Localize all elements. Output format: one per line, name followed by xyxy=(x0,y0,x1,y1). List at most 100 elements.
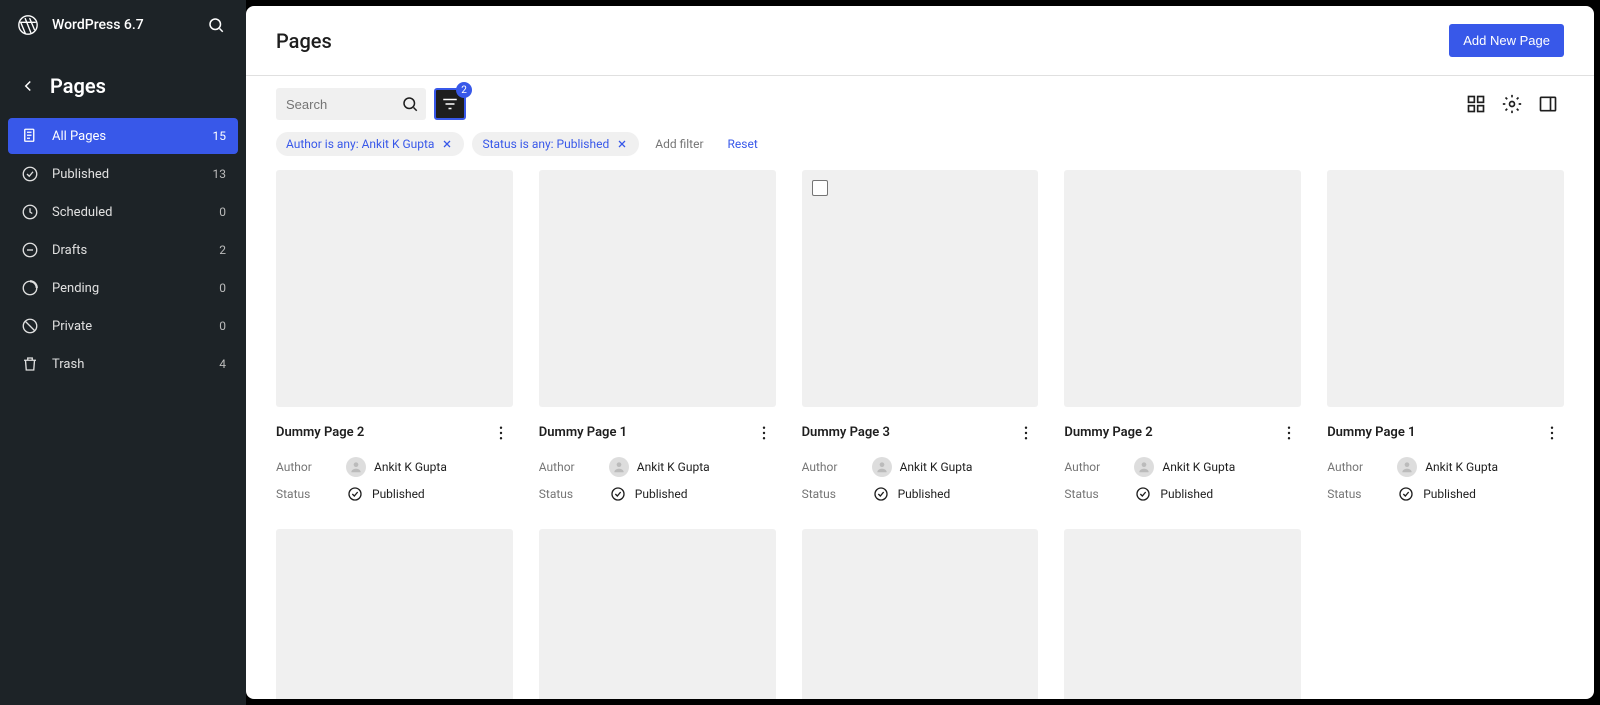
add-new-page-button[interactable]: Add New Page xyxy=(1449,24,1564,57)
page-preview[interactable] xyxy=(539,170,776,407)
meta-author[interactable]: Ankit K Gupta xyxy=(872,457,1039,477)
meta-label-status: Status xyxy=(1327,487,1397,501)
sidebar-item-published[interactable]: Published13 xyxy=(8,156,238,192)
sidebar-item-trash[interactable]: Trash4 xyxy=(8,346,238,382)
main-panel: Pages Add New Page 2 Author is any: Anki… xyxy=(246,6,1594,699)
page-preview[interactable] xyxy=(802,529,1039,699)
card-actions-button[interactable] xyxy=(1277,421,1301,445)
sidebar-item-count: 0 xyxy=(219,281,226,295)
author-name: Ankit K Gupta xyxy=(374,460,447,474)
page-title-link[interactable]: Dummy Page 3 xyxy=(802,425,1015,440)
sidebar-item-count: 2 xyxy=(219,243,226,257)
status-text: Published xyxy=(635,487,688,501)
close-icon[interactable] xyxy=(440,137,454,151)
page-card: Dummy Page 1AuthorAnkit K GuptaStatusPub… xyxy=(1327,170,1564,503)
sidebar-nav: All Pages15Published13Scheduled0Drafts2P… xyxy=(0,114,246,386)
app-name[interactable]: WordPress 6.7 xyxy=(52,17,202,33)
avatar-icon xyxy=(346,457,366,477)
meta-label-status: Status xyxy=(539,487,609,501)
clock-icon xyxy=(20,202,40,222)
check-circle-icon xyxy=(609,485,627,503)
meta-label-author: Author xyxy=(802,460,872,474)
meta-label-status: Status xyxy=(276,487,346,501)
sidebar-item-label: All Pages xyxy=(52,129,213,144)
page-preview[interactable] xyxy=(1327,170,1564,407)
trash-icon xyxy=(20,354,40,374)
search-icon[interactable] xyxy=(398,92,422,116)
sidebar-item-label: Pending xyxy=(52,281,219,296)
sidebar-item-count: 13 xyxy=(213,167,227,181)
meta-author[interactable]: Ankit K Gupta xyxy=(1397,457,1564,477)
page-card xyxy=(802,529,1039,699)
page-title-link[interactable]: Dummy Page 1 xyxy=(539,425,752,440)
filter-count-badge: 2 xyxy=(456,82,472,98)
page-preview[interactable] xyxy=(1064,170,1301,407)
sidebar-search-button[interactable] xyxy=(202,11,230,39)
card-actions-button[interactable] xyxy=(752,421,776,445)
meta-label-status: Status xyxy=(802,487,872,501)
private-icon xyxy=(20,316,40,336)
author-name: Ankit K Gupta xyxy=(1162,460,1235,474)
meta-author[interactable]: Ankit K Gupta xyxy=(1134,457,1301,477)
sidebar-item-private[interactable]: Private0 xyxy=(8,308,238,344)
grid-scroll[interactable]: Dummy Page 2AuthorAnkit K GuptaStatusPub… xyxy=(246,170,1594,699)
avatar-icon xyxy=(872,457,892,477)
card-meta: Author Ankit K Gupta Status Published xyxy=(802,457,1039,503)
check-circle-icon xyxy=(872,485,890,503)
page-preview[interactable] xyxy=(276,170,513,407)
meta-author[interactable]: Ankit K Gupta xyxy=(609,457,776,477)
meta-status: Published xyxy=(1134,485,1301,503)
meta-status: Published xyxy=(1397,485,1564,503)
card-meta: AuthorAnkit K GuptaStatusPublished xyxy=(1064,457,1301,503)
card-title-row: Dummy Page 2 xyxy=(276,421,513,445)
sidebar-item-pending[interactable]: Pending0 xyxy=(8,270,238,306)
avatar-icon xyxy=(1134,457,1154,477)
filter-chip[interactable]: Author is any: Ankit K Gupta xyxy=(276,132,464,156)
reset-filters-button[interactable]: Reset xyxy=(720,132,766,156)
page-preview[interactable] xyxy=(539,529,776,699)
card-actions-button[interactable] xyxy=(1540,421,1564,445)
sidebar-item-label: Drafts xyxy=(52,243,219,258)
author-name: Ankit K Gupta xyxy=(1425,460,1498,474)
meta-author[interactable]: Ankit K Gupta xyxy=(346,457,513,477)
close-icon[interactable] xyxy=(615,137,629,151)
sidebar-item-count: 4 xyxy=(219,357,226,371)
back-button[interactable] xyxy=(16,74,40,98)
page-card xyxy=(539,529,776,699)
page-preview[interactable] xyxy=(1064,529,1301,699)
card-actions-button[interactable] xyxy=(489,421,513,445)
sidebar-item-all-pages[interactable]: All Pages15 xyxy=(8,118,238,154)
filter-button[interactable]: 2 xyxy=(434,88,466,120)
filter-chip-label: Status is any: Published xyxy=(482,137,609,151)
select-checkbox[interactable] xyxy=(812,180,828,196)
meta-label-status: Status xyxy=(1064,487,1134,501)
wordpress-logo-icon[interactable] xyxy=(16,13,40,37)
check-circle-icon xyxy=(20,164,40,184)
filter-chip[interactable]: Status is any: Published xyxy=(472,132,639,156)
pages-icon xyxy=(20,126,40,146)
sidebar-item-scheduled[interactable]: Scheduled0 xyxy=(8,194,238,230)
sidebar-item-drafts[interactable]: Drafts2 xyxy=(8,232,238,268)
panel-toggle-button[interactable] xyxy=(1532,88,1564,120)
sidebar-item-count: 0 xyxy=(219,319,226,333)
page-title-link[interactable]: Dummy Page 2 xyxy=(1064,425,1277,440)
page-card xyxy=(1064,529,1301,699)
page-title-link[interactable]: Dummy Page 1 xyxy=(1327,425,1540,440)
grid-view-button[interactable] xyxy=(1460,88,1492,120)
avatar-icon xyxy=(609,457,629,477)
pending-icon xyxy=(20,278,40,298)
card-title-row: Dummy Page 3 xyxy=(802,421,1039,445)
card-title-row: Dummy Page 1 xyxy=(1327,421,1564,445)
settings-button[interactable] xyxy=(1496,88,1528,120)
add-filter-button[interactable]: Add filter xyxy=(647,132,711,156)
card-actions-button[interactable] xyxy=(1014,421,1038,445)
author-name: Ankit K Gupta xyxy=(637,460,710,474)
sidebar-top: WordPress 6.7 xyxy=(0,0,246,50)
page-preview[interactable] xyxy=(276,529,513,699)
author-name: Ankit K Gupta xyxy=(900,460,973,474)
check-circle-icon xyxy=(346,485,364,503)
page-title-link[interactable]: Dummy Page 2 xyxy=(276,425,489,440)
page-card: Dummy Page 3 Author Ankit K Gupta Status Pub… xyxy=(802,170,1039,503)
status-text: Published xyxy=(898,487,951,501)
page-preview[interactable] xyxy=(802,170,1039,407)
